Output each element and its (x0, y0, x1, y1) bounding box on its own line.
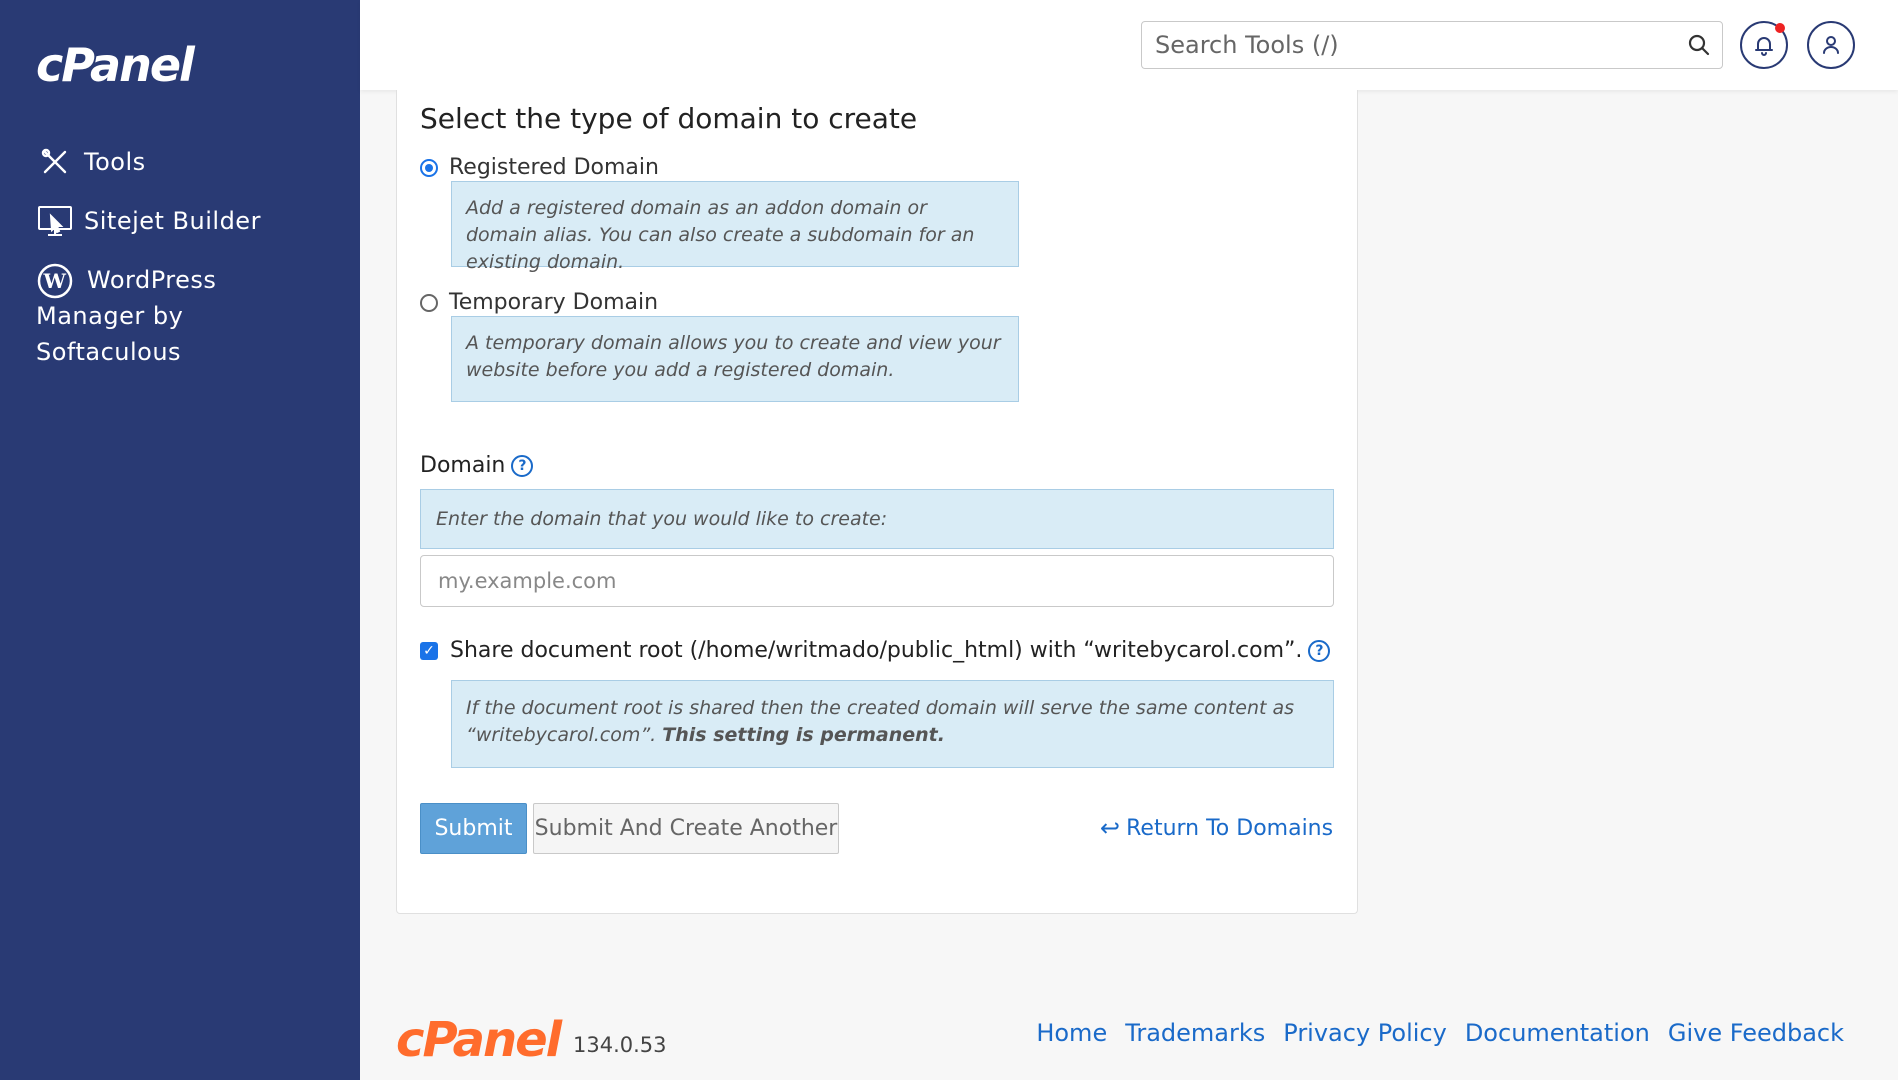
top-header (360, 0, 1898, 90)
domain-label-row: Domain ? (420, 453, 534, 478)
return-to-domains-link[interactable]: ↩ Return To Domains (1100, 814, 1333, 842)
notification-dot (1775, 23, 1785, 33)
radio-label: Registered Domain (449, 155, 659, 180)
submit-button[interactable]: Submit (420, 803, 527, 854)
wordpress-icon: W (36, 262, 74, 300)
radio-temporary-domain[interactable]: Temporary Domain (420, 290, 658, 315)
domain-hint: Enter the domain that you would like to … (420, 489, 1334, 549)
radio-label: Temporary Domain (449, 290, 659, 315)
add-domain-form: Select the type of domain to create Regi… (396, 90, 1358, 914)
radio-button-temporary[interactable] (420, 293, 438, 312)
share-docroot-row: ✓ Share document root (/home/writmado/pu… (420, 638, 1331, 663)
footer-link-privacy-policy[interactable]: Privacy Policy (1283, 1019, 1447, 1047)
share-docroot-checkbox[interactable]: ✓ (420, 641, 438, 660)
sitejet-icon (36, 202, 74, 240)
search-input[interactable] (1142, 22, 1676, 68)
sidebar-item-label: Tools (84, 148, 146, 176)
return-label: Return To Domains (1126, 815, 1334, 841)
footer-links: Home Trademarks Privacy Policy Documenta… (1036, 1019, 1844, 1047)
temporary-domain-description: A temporary domain allows you to create … (451, 316, 1019, 402)
sidebar-item-tools[interactable]: Tools (36, 143, 146, 181)
search-icon[interactable] (1676, 22, 1722, 68)
footer-link-give-feedback[interactable]: Give Feedback (1668, 1019, 1844, 1047)
domain-input[interactable] (420, 555, 1334, 607)
search-box (1141, 21, 1723, 69)
section-title: Select the type of domain to create (420, 102, 918, 135)
submit-and-create-another-button[interactable]: Submit And Create Another (533, 803, 839, 854)
share-note-bold: This setting is permanent. (662, 724, 945, 746)
sidebar-item-sitejet-builder[interactable]: Sitejet Builder (36, 202, 261, 240)
user-menu-button[interactable] (1807, 21, 1855, 69)
svg-text:W: W (43, 269, 67, 293)
share-docroot-note: If the document root is shared then the … (451, 680, 1334, 768)
footer-link-home[interactable]: Home (1036, 1019, 1107, 1047)
reply-arrow-icon: ↩ (1100, 814, 1121, 842)
sidebar-item-label: Sitejet Builder (84, 207, 261, 235)
footer-cpanel-logo: cPanel (396, 1012, 562, 1068)
tools-icon (36, 143, 74, 181)
notifications-button[interactable] (1740, 21, 1788, 69)
radio-registered-domain[interactable]: Registered Domain (420, 155, 659, 180)
version-number: 134.0.53 (573, 1033, 667, 1057)
help-icon[interactable]: ? (511, 454, 534, 477)
help-icon[interactable]: ? (1308, 639, 1331, 662)
footer-link-trademarks[interactable]: Trademarks (1125, 1019, 1265, 1047)
radio-button-registered[interactable] (420, 158, 438, 177)
sidebar: cPanel Tools Sitejet Builder W WordPress… (0, 0, 360, 1080)
cpanel-logo[interactable]: cPanel (36, 38, 195, 92)
sidebar-item-wordpress-manager[interactable]: W WordPress Manager by Softaculous (36, 262, 336, 370)
domain-label: Domain (420, 453, 506, 478)
share-docroot-label: Share document root (/home/writmado/publ… (450, 638, 1303, 663)
footer-link-documentation[interactable]: Documentation (1465, 1019, 1650, 1047)
user-icon (1823, 36, 1839, 54)
bell-icon (1755, 37, 1773, 56)
registered-domain-description: Add a registered domain as an addon doma… (451, 181, 1019, 273)
